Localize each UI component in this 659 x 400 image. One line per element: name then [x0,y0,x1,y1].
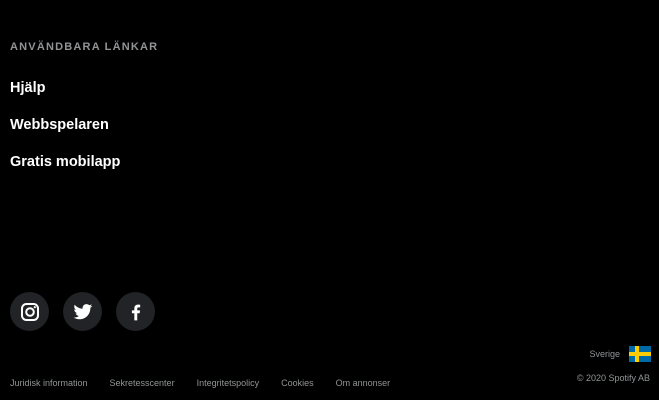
list-item: Sekretesscenter [110,373,175,391]
facebook-icon [131,304,140,320]
legal-info-link[interactable]: Juridisk information [10,378,88,388]
help-link[interactable]: Hjälp [10,80,45,96]
about-ads-link[interactable]: Om annonser [336,378,391,388]
privacy-center-link[interactable]: Sekretesscenter [110,378,175,388]
legal-links: Juridisk information Sekretesscenter Int… [10,373,412,391]
list-item: Om annonser [336,373,391,391]
twitter-icon [73,303,92,319]
list-item: Hjälp [10,78,120,115]
footer: ANVÄNDBARA LÄNKAR Hjälp Webbspelaren Gra… [0,0,659,400]
cookies-link[interactable]: Cookies [281,378,314,388]
sweden-flag-icon [629,346,651,362]
country-label: Sverige [589,349,620,359]
privacy-policy-link[interactable]: Integritetspolicy [197,378,260,388]
free-mobile-app-link[interactable]: Gratis mobilapp [10,154,120,170]
web-player-link[interactable]: Webbspelaren [10,117,109,133]
instagram-button[interactable] [10,292,49,331]
twitter-button[interactable] [63,292,102,331]
list-item: Juridisk information [10,373,88,391]
list-item: Gratis mobilapp [10,152,120,189]
country-selector[interactable]: Sverige [589,346,651,362]
social-links [10,292,155,331]
useful-links-heading: ANVÄNDBARA LÄNKAR [10,41,159,53]
useful-links-list: Hjälp Webbspelaren Gratis mobilapp [10,78,120,189]
facebook-button[interactable] [116,292,155,331]
instagram-icon [20,302,39,321]
list-item: Cookies [281,373,314,391]
list-item: Webbspelaren [10,115,120,152]
list-item: Integritetspolicy [197,373,260,391]
copyright-text: © 2020 Spotify AB [576,373,650,383]
